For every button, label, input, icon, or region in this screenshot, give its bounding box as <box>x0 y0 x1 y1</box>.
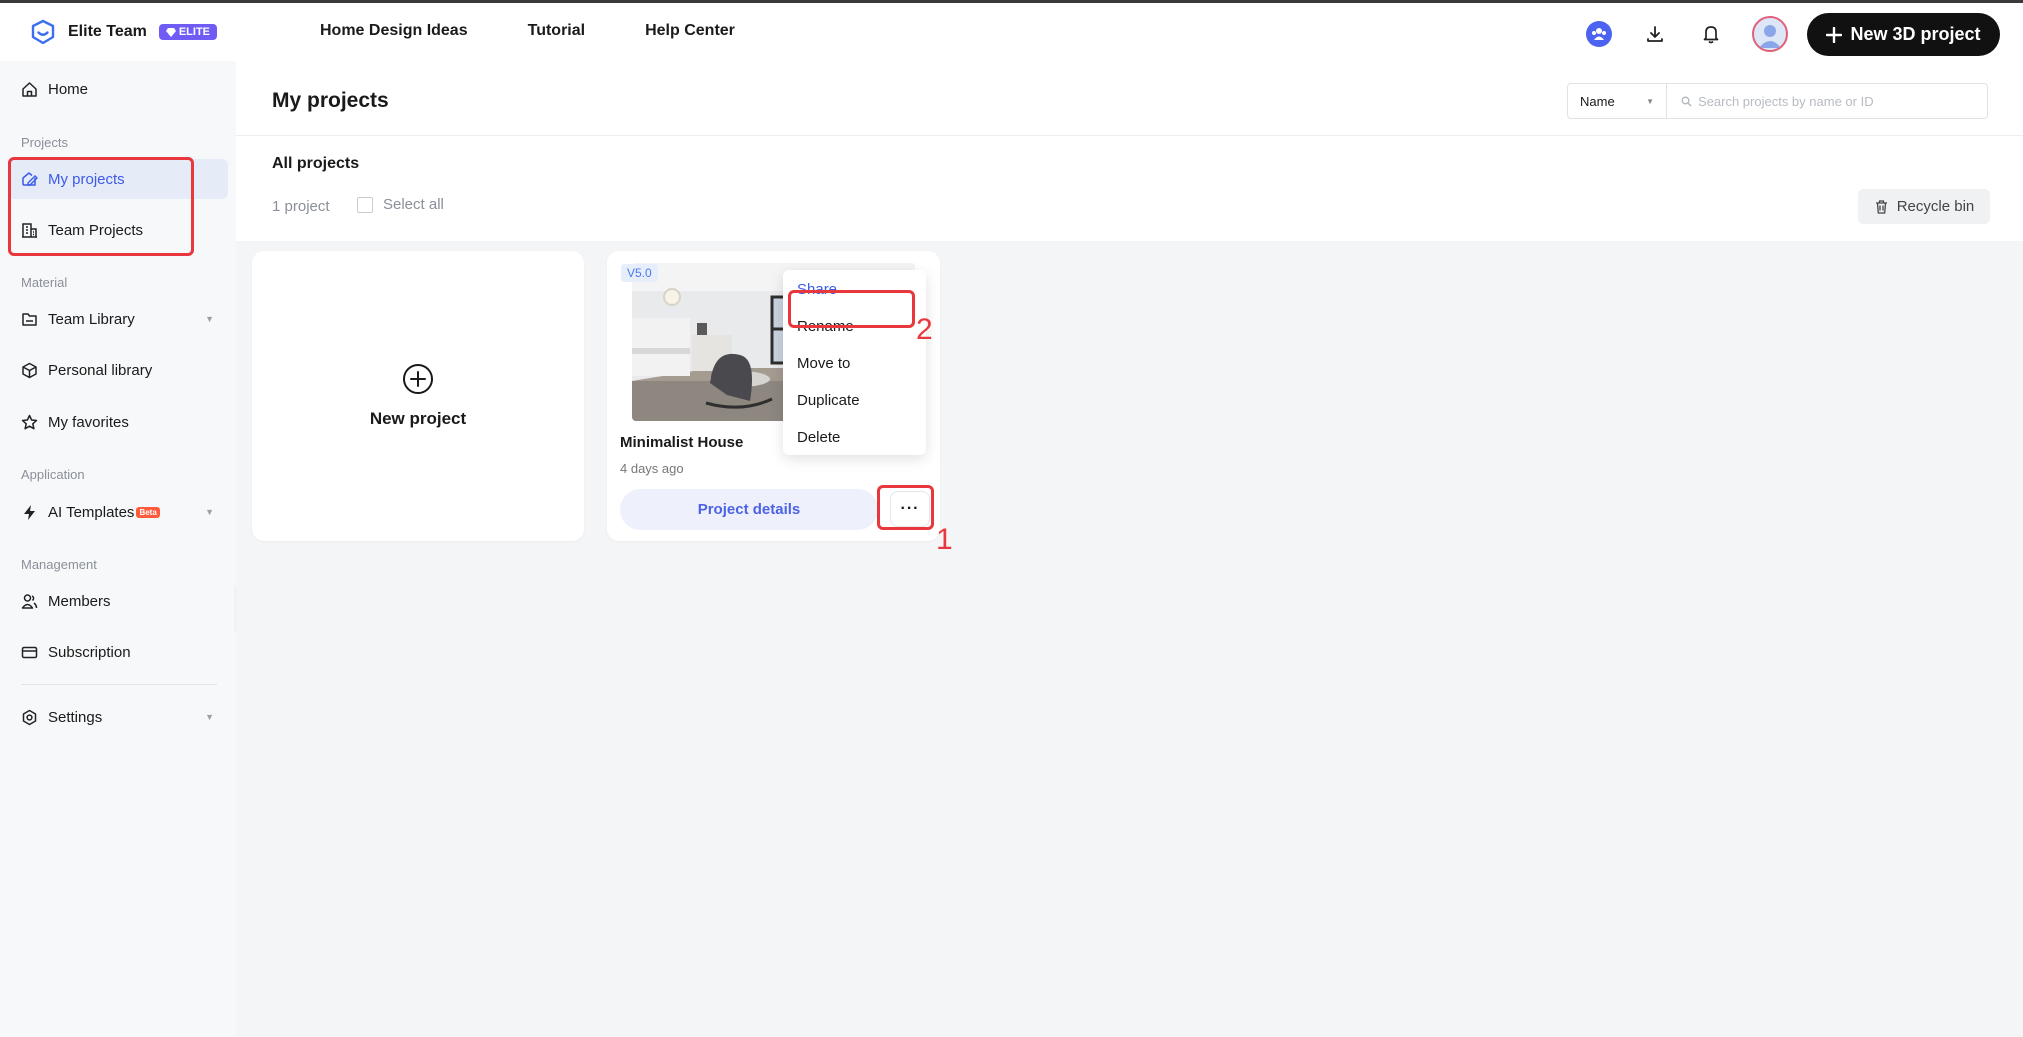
nav-tutorial[interactable]: Tutorial <box>528 22 585 40</box>
annotation-box-share <box>788 290 915 328</box>
beta-badge: Beta <box>136 506 160 518</box>
new-project-label: New project <box>369 409 467 428</box>
recycle-bin-button[interactable]: Recycle bin <box>1858 189 1990 224</box>
new-3d-project-button[interactable]: New 3D project <box>1807 13 2000 56</box>
brand-name: Elite Team <box>68 23 147 40</box>
sidebar-item-team-library[interactable]: Team Library ▼ <box>8 299 228 339</box>
sidebar-item-home[interactable]: Home <box>8 69 228 109</box>
bell-icon <box>1703 26 1719 44</box>
cube-icon <box>22 362 37 378</box>
caret-down-icon: ▼ <box>1646 96 1654 106</box>
header-divider <box>236 135 2023 136</box>
sidebar-item-label: Personal library <box>48 361 153 379</box>
download-icon <box>1647 26 1663 42</box>
brand[interactable]: Elite Team ELITE <box>30 19 218 45</box>
user-avatar-icon <box>1759 25 1781 48</box>
star-icon <box>21 414 38 429</box>
header-icons <box>1584 16 1788 52</box>
gear-icon <box>22 709 37 725</box>
project-name: Minimalist House <box>620 434 744 451</box>
folder-icon <box>22 312 37 326</box>
new-3d-project-label: New 3D project <box>1850 24 1981 44</box>
menu-item-delete[interactable]: Delete <box>797 429 840 446</box>
sort-value: Name <box>1580 93 1615 109</box>
search-box <box>1666 83 1988 119</box>
sidebar-item-label: Home <box>48 80 89 98</box>
section-label-projects: Projects <box>21 135 68 150</box>
annotation-box-sidebar <box>8 157 194 256</box>
sidebar-item-label: Settings <box>48 708 103 726</box>
sidebar-item-ai-templates[interactable]: AI Templates Beta ▼ <box>8 492 228 532</box>
plus-circle-icon <box>403 364 433 394</box>
section-label-management: Management <box>21 557 97 572</box>
project-time: 4 days ago <box>620 461 684 476</box>
section-title: All projects <box>272 155 360 172</box>
section-label-application: Application <box>21 467 85 482</box>
select-all-checkbox[interactable] <box>357 196 373 213</box>
annotation-number-2: 2 <box>916 313 933 346</box>
members-icon <box>21 593 38 609</box>
diamond-icon <box>165 27 176 37</box>
annotation-number-1: 1 <box>936 523 953 556</box>
menu-item-move-to[interactable]: Move to <box>797 355 850 372</box>
select-all-label: Select all <box>383 196 444 213</box>
project-count: 1 project <box>272 198 330 215</box>
home-icon <box>22 81 37 97</box>
lightning-icon <box>24 504 35 520</box>
sidebar-item-subscription[interactable]: Subscription <box>8 632 228 672</box>
top-header: Elite Team ELITE Home Design Ideas Tutor… <box>0 3 2023 61</box>
sidebar-item-settings[interactable]: Settings ▼ <box>8 697 228 737</box>
elite-badge-label: ELITE <box>178 26 211 38</box>
sidebar-item-members[interactable]: Members <box>8 581 228 621</box>
sidebar-divider <box>21 684 217 685</box>
sidebar-item-label: Team Library <box>48 310 135 328</box>
search-icon <box>1681 96 1692 106</box>
plus-icon <box>1826 26 1843 43</box>
search-input[interactable] <box>1698 93 1968 109</box>
nav-home-design-ideas[interactable]: Home Design Ideas <box>320 22 468 40</box>
team-button[interactable] <box>1584 19 1614 49</box>
project-details-button[interactable]: Project details <box>620 489 878 530</box>
recycle-bin-label: Recycle bin <box>1896 198 1975 215</box>
elite-badge: ELITE <box>158 24 218 40</box>
chevron-down-icon: ▼ <box>205 712 214 722</box>
new-project-card[interactable]: New project <box>252 251 584 541</box>
main-content: My projects Name ▼ All projects 1 projec… <box>236 61 2023 1037</box>
sidebar-item-personal-library[interactable]: Personal library <box>8 350 228 390</box>
top-nav: Home Design Ideas Tutorial Help Center <box>320 22 735 40</box>
project-grid: New project V5.0 Minimalist House 4 days… <box>236 241 2023 1037</box>
credit-card-icon <box>21 646 38 658</box>
page-title: My projects <box>272 89 389 112</box>
sort-select[interactable]: Name ▼ <box>1567 83 1667 119</box>
shield-logo-icon <box>31 19 55 45</box>
section-label-material: Material <box>21 275 68 290</box>
notifications-button[interactable] <box>1696 19 1726 49</box>
chevron-down-icon: ▼ <box>205 507 214 517</box>
chevron-down-icon: ▼ <box>205 314 214 324</box>
avatar[interactable] <box>1752 16 1788 52</box>
team-icon <box>1586 21 1612 47</box>
select-all[interactable]: Select all <box>357 196 444 213</box>
annotation-box-more <box>877 485 934 530</box>
sidebar-item-label: Subscription <box>48 643 131 661</box>
nav-help-center[interactable]: Help Center <box>645 22 735 40</box>
trash-icon <box>1875 200 1887 214</box>
sidebar-item-label: Members <box>48 592 111 610</box>
menu-item-duplicate[interactable]: Duplicate <box>797 392 860 409</box>
sidebar-item-my-favorites[interactable]: My favorites <box>8 402 228 442</box>
sidebar-item-label: My favorites <box>48 413 129 431</box>
sidebar-item-label: AI Templates <box>48 503 135 521</box>
download-button[interactable] <box>1640 19 1670 49</box>
version-badge: V5.0 <box>621 264 658 282</box>
